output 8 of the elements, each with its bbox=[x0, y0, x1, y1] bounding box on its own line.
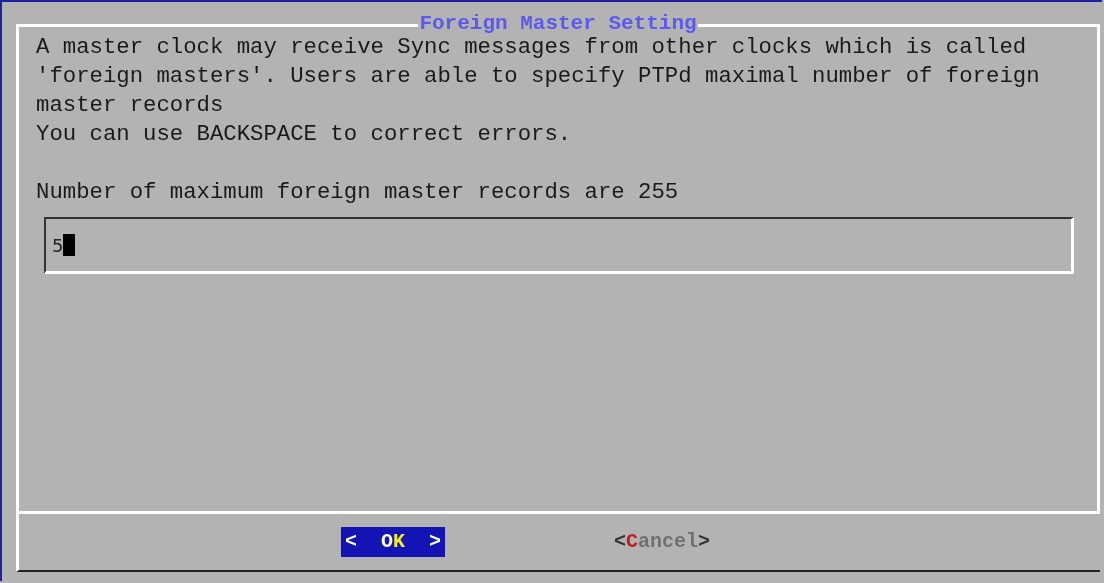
message-text: 'foreign masters'. Users are able to specify PTPd maximal number of foreign bbox=[36, 62, 1041, 91]
message-text: You can use BACKSPACE to correct errors. bbox=[36, 120, 573, 149]
message-text: Number of maximum foreign master records are 255 bbox=[36, 178, 680, 207]
message-text: master records bbox=[36, 91, 225, 120]
input-field[interactable]: 5 bbox=[44, 217, 1074, 274]
dialog-button[interactable]: <Cancel> bbox=[610, 527, 715, 557]
text-cursor bbox=[63, 234, 76, 256]
dialog-button[interactable]: < OK > bbox=[341, 527, 446, 557]
